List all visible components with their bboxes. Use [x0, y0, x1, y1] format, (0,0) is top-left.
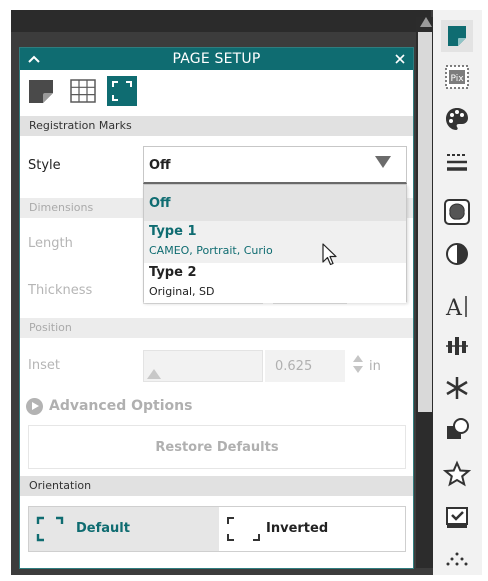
registration-marks-header: Registration Marks	[20, 116, 413, 136]
trace-icon	[446, 507, 468, 528]
offset-icon	[444, 199, 470, 225]
option-subtitle: CAMEO, Portrait, Curio	[149, 244, 273, 257]
top-bar	[11, 10, 431, 32]
option-name: Type 1	[149, 224, 197, 239]
registration-inverted-icon	[227, 517, 260, 541]
tab-grid[interactable]	[68, 76, 98, 106]
tab-page[interactable]	[26, 76, 56, 106]
toolbar-page-setup-button[interactable]	[441, 20, 473, 52]
advanced-options-label: Advanced Options	[49, 398, 193, 414]
orientation-default-label: Default	[76, 521, 130, 536]
option-name: Off	[149, 196, 171, 211]
replicate-icon	[446, 377, 468, 399]
toolbar-fill-button[interactable]	[441, 103, 473, 135]
dropdown-arrow-icon[interactable]	[375, 156, 391, 168]
inset-slider	[143, 350, 263, 382]
toolbar-favorites-button[interactable]	[441, 458, 473, 490]
grid-icon	[70, 79, 96, 103]
contrast-icon	[446, 243, 468, 265]
style-option-type1[interactable]: Type 1 CAMEO, Portrait, Curio	[144, 221, 406, 263]
orientation-inverted-label: Inverted	[266, 521, 329, 536]
toolbar-modify-button[interactable]	[441, 413, 473, 445]
svg-text:Pix: Pix	[450, 74, 464, 84]
inset-unit: in	[369, 359, 381, 374]
svg-text:A: A	[445, 296, 463, 320]
orientation-selector: Default Inverted	[28, 506, 406, 552]
style-label: Style	[28, 158, 61, 173]
length-label: Length	[28, 236, 73, 251]
orientation-default-option[interactable]: Default	[29, 507, 219, 551]
restore-defaults-label: Restore Defaults	[155, 440, 279, 455]
orientation-header: Orientation	[20, 476, 413, 496]
modify-icon	[447, 418, 469, 439]
slider-thumb-icon	[147, 369, 161, 379]
orientation-inverted-option[interactable]: Inverted	[219, 507, 405, 551]
line-style-icon	[447, 154, 467, 171]
fill-palette-icon	[446, 108, 468, 130]
mouse-cursor-icon	[322, 243, 337, 266]
favorites-icon	[443, 460, 471, 487]
style-select[interactable]: Off	[143, 146, 407, 184]
panel-title: PAGE SETUP	[172, 51, 261, 67]
text-style-icon: A	[445, 296, 467, 320]
style-option-type2[interactable]: Type 2 Original, SD	[144, 263, 406, 303]
screen: PAGE SETUP Registration Marks Style Off …	[0, 0, 488, 581]
more-icon	[446, 552, 468, 566]
toolbar-line-style-button[interactable]	[441, 146, 473, 178]
inset-label: Inset	[28, 358, 60, 373]
toolbar-contrast-button[interactable]	[441, 238, 473, 270]
panel-tabs	[20, 70, 413, 112]
registration-default-icon	[36, 516, 64, 542]
option-subtitle: Original, SD	[149, 285, 215, 298]
page-setup-panel: PAGE SETUP Registration Marks Style Off …	[19, 47, 414, 569]
option-name: Type 2	[149, 265, 197, 280]
restore-defaults-button: Restore Defaults	[28, 425, 406, 469]
scroll-up-icon[interactable]	[420, 17, 432, 27]
stepper-up-icon	[353, 355, 363, 362]
inset-stepper	[353, 353, 363, 375]
thickness-label: Thickness	[28, 283, 93, 298]
pixscan-icon: Pix	[445, 65, 469, 89]
stepper-down-icon	[353, 366, 363, 373]
inset-value-field: 0.625	[265, 350, 345, 382]
tab-registration-marks[interactable]	[107, 76, 137, 106]
inset-value: 0.625	[275, 359, 313, 374]
style-option-off[interactable]: Off	[144, 185, 406, 221]
scrollbar-thumb[interactable]	[418, 32, 432, 412]
panel-header: PAGE SETUP	[20, 48, 413, 70]
toolbar-pixscan-button[interactable]: Pix	[441, 61, 473, 93]
align-icon	[446, 337, 468, 355]
toolbar-more-button[interactable]	[441, 548, 473, 574]
toolbar-replicate-button[interactable]	[441, 372, 473, 404]
close-icon[interactable]	[394, 53, 406, 65]
position-header: Position	[20, 318, 413, 338]
registration-marks-icon	[109, 78, 135, 104]
toolbar-trace-button[interactable]	[441, 502, 473, 534]
page-icon	[29, 80, 53, 103]
style-dropdown-list: Off Type 1 CAMEO, Portrait, Curio Type 2…	[143, 184, 407, 303]
style-select-value: Off	[149, 158, 171, 173]
toolbar-text-style-button[interactable]: A	[441, 290, 473, 322]
play-circle-icon	[26, 398, 43, 415]
toolbar-align-button[interactable]	[441, 330, 473, 362]
page-setup-icon	[448, 26, 466, 46]
toolbar-offset-button[interactable]	[441, 196, 473, 228]
